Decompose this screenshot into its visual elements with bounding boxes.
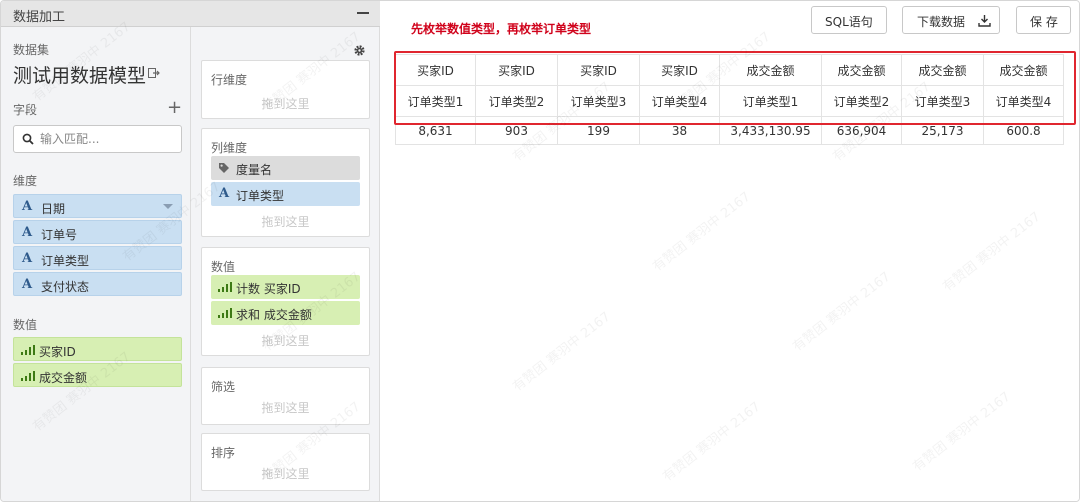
field-item-deal-amount[interactable]: 成交金额 — [13, 363, 182, 387]
button-label: SQL语句 — [825, 15, 873, 29]
bar-chart-icon — [218, 308, 232, 318]
fields-label: 字段 — [13, 103, 38, 117]
field-search[interactable] — [13, 125, 182, 153]
chip-sum-deal-amount[interactable]: 求和 成交金额 — [211, 301, 360, 325]
bar-chart-icon — [21, 345, 35, 355]
search-input[interactable] — [40, 130, 176, 148]
data-processing-window: 数据集 测试用数据模型 字段 + 维度 A 日期 A 订单号 A 订单类型 — [0, 0, 1080, 502]
shelf-title: 列维度 — [211, 141, 248, 155]
gear-icon[interactable] — [353, 44, 366, 57]
text-type-icon: A — [22, 251, 33, 266]
annotation-note: 先枚举数值类型，再枚举订单类型 — [411, 22, 592, 36]
dataset-label: 数据集 — [13, 43, 50, 57]
column-dimension-shelf[interactable]: 列维度 度量名 A 订单类型 拖到这里 — [201, 128, 370, 237]
chip-label: 计数 买家ID — [236, 282, 301, 296]
sql-button[interactable]: SQL语句 — [811, 6, 887, 34]
field-panel: 数据集 测试用数据模型 字段 + 维度 A 日期 A 订单号 A 订单类型 — [1, 1, 191, 501]
field-item-buyer-id[interactable]: 买家ID — [13, 337, 182, 361]
field-item-order-id[interactable]: A 订单号 — [13, 220, 182, 244]
download-icon — [978, 15, 991, 27]
drop-hint: 拖到这里 — [261, 215, 310, 229]
tag-icon — [219, 163, 229, 173]
drop-hint: 拖到这里 — [261, 401, 310, 415]
chip-label: 订单类型 — [236, 189, 285, 203]
text-type-icon: A — [22, 199, 33, 214]
panel-header: 数据加工 — [1, 1, 380, 27]
bar-chart-icon — [21, 371, 35, 381]
search-icon — [22, 133, 34, 145]
measure-section-label: 数值 — [13, 318, 38, 332]
field-item-payment-status[interactable]: A 支付状态 — [13, 272, 182, 296]
highlight-annotation-box — [394, 51, 1076, 125]
dataset-name: 测试用数据模型 — [13, 65, 147, 87]
collapse-icon[interactable] — [357, 12, 369, 14]
chip-label: 求和 成交金额 — [236, 308, 312, 322]
button-label: 下载数据 — [917, 15, 966, 29]
field-label: 订单类型 — [41, 254, 90, 268]
chip-order-type[interactable]: A 订单类型 — [211, 182, 360, 206]
drop-hint: 拖到这里 — [261, 97, 310, 111]
panel-title: 数据加工 — [13, 10, 66, 25]
button-label: 保 存 — [1030, 15, 1058, 29]
download-button[interactable]: 下载数据 — [902, 6, 1000, 34]
chip-label: 度量名 — [236, 163, 273, 177]
shelf-title: 排序 — [211, 446, 236, 460]
values-shelf[interactable]: 数值 计数 买家ID 求和 成交金额 拖到这里 — [201, 247, 370, 356]
shelf-title: 数值 — [211, 260, 236, 274]
sort-shelf[interactable]: 排序 拖到这里 — [201, 433, 370, 491]
field-label: 买家ID — [39, 345, 76, 359]
text-type-icon: A — [219, 186, 230, 201]
drop-hint: 拖到这里 — [261, 334, 310, 348]
field-label: 日期 — [41, 202, 66, 216]
text-type-icon: A — [22, 225, 33, 240]
shelf-title: 筛选 — [211, 380, 236, 394]
drop-hint: 拖到这里 — [261, 467, 310, 481]
text-type-icon: A — [22, 277, 33, 292]
dimension-section-label: 维度 — [13, 174, 38, 188]
chip-measure-names[interactable]: 度量名 — [211, 156, 360, 180]
row-dimension-shelf[interactable]: 行维度 拖到这里 — [201, 60, 370, 119]
save-button[interactable]: 保 存 — [1016, 6, 1071, 34]
filter-shelf[interactable]: 筛选 拖到这里 — [201, 367, 370, 425]
field-label: 订单号 — [41, 228, 78, 242]
chip-count-buyer-id[interactable]: 计数 买家ID — [211, 275, 360, 299]
shelf-panel: 行维度 拖到这里 列维度 度量名 A 订单类型 拖到这里 数值 计数 买家ID … — [191, 27, 380, 501]
bar-chart-icon — [218, 282, 232, 292]
field-label: 成交金额 — [39, 371, 88, 385]
result-area: 先枚举数值类型，再枚举订单类型 SQL语句 下载数据 保 存 买家ID 买家ID… — [381, 1, 1079, 501]
field-item-date[interactable]: A 日期 — [13, 194, 182, 218]
field-item-order-type[interactable]: A 订单类型 — [13, 246, 182, 270]
field-label: 支付状态 — [41, 280, 90, 294]
add-field-icon[interactable]: + — [167, 99, 182, 117]
shelf-title: 行维度 — [211, 73, 248, 87]
switch-dataset-icon[interactable] — [148, 67, 160, 79]
chevron-down-icon[interactable] — [163, 204, 173, 209]
